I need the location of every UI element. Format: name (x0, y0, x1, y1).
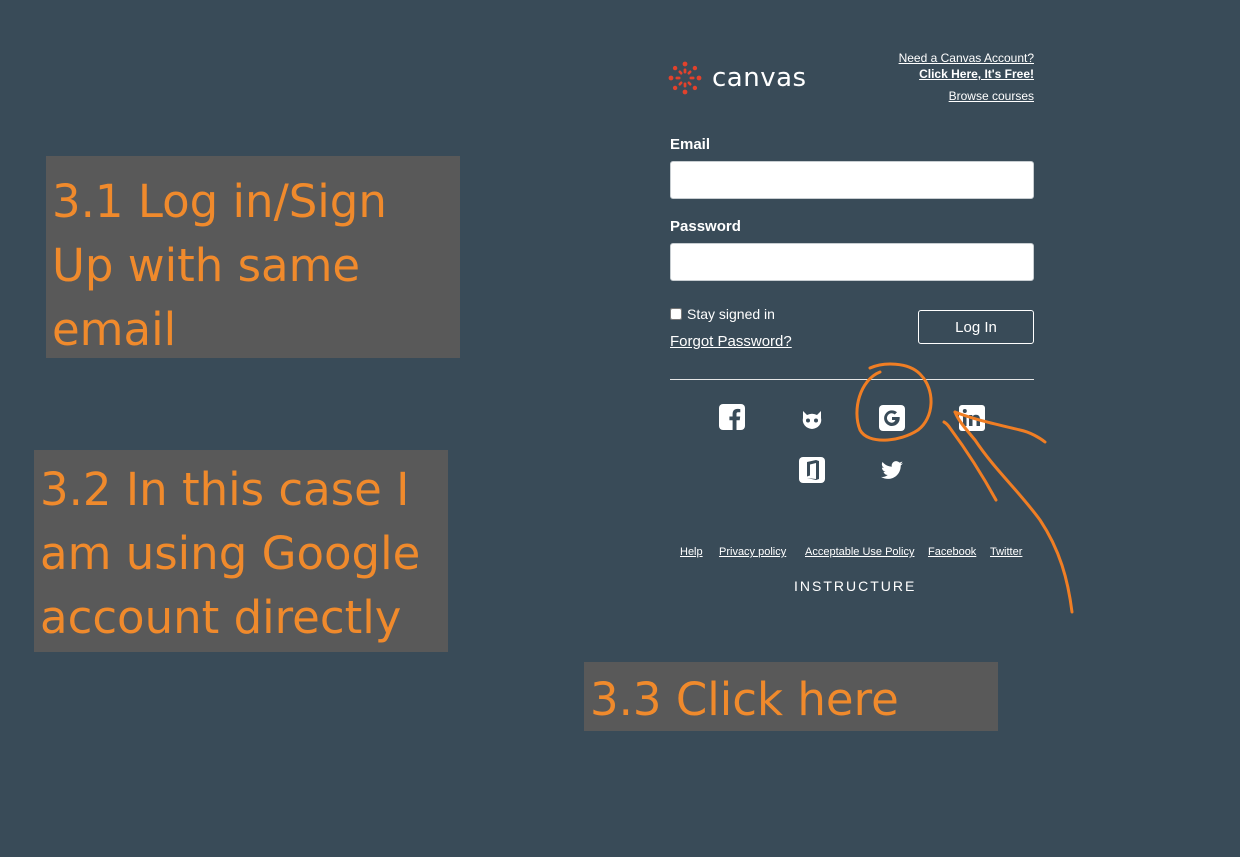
github-icon (802, 411, 822, 429)
need-account-link[interactable]: Need a Canvas Account? (899, 50, 1034, 66)
footer-link-help[interactable]: Help (680, 546, 703, 558)
office365-icon (799, 457, 825, 483)
account-links: Need a Canvas Account? Click Here, It's … (899, 50, 1034, 104)
linkedin-login-button[interactable] (959, 405, 985, 431)
twitter-login-button[interactable] (879, 457, 905, 483)
note-text: 3.1 Log in/Sign Up with same email (52, 175, 387, 356)
browse-courses-link[interactable]: Browse courses (899, 88, 1034, 104)
twitter-icon (881, 461, 903, 479)
canvas-wordmark: canvas (712, 63, 807, 93)
email-label: Email (670, 136, 711, 153)
forgot-password-link[interactable]: Forgot Password? (670, 333, 792, 350)
office365-login-button[interactable] (799, 457, 825, 483)
note-text: 3.2 In this case I am using Google accou… (40, 463, 421, 644)
annotation-note-step1: 3.1 Log in/Sign Up with same email (46, 156, 460, 358)
annotation-note-step3: 3.3 Click here (584, 662, 998, 731)
email-field[interactable] (670, 161, 1034, 199)
footer-link-twitter[interactable]: Twitter (990, 546, 1022, 558)
footer-link-privacy[interactable]: Privacy policy (719, 546, 786, 558)
stay-signed-in-label: Stay signed in (687, 306, 775, 322)
stay-signed-in: Stay signed in (670, 306, 775, 322)
instructure-logo: INSTRUCTURE (794, 578, 917, 594)
google-login-button[interactable] (879, 405, 905, 431)
signup-free-link[interactable]: Click Here, It's Free! (899, 66, 1034, 82)
canvas-logo-icon (668, 61, 702, 95)
divider (670, 379, 1034, 380)
linkedin-icon (959, 405, 985, 431)
note-text: 3.3 Click here (590, 673, 899, 726)
stay-signed-in-checkbox[interactable] (670, 308, 682, 320)
facebook-icon (719, 404, 745, 430)
google-icon (879, 405, 905, 431)
facebook-login-button[interactable] (719, 404, 745, 430)
password-label: Password (670, 218, 741, 235)
footer-link-acceptable-use[interactable]: Acceptable Use Policy (805, 546, 914, 558)
annotation-note-step2: 3.2 In this case I am using Google accou… (34, 450, 448, 652)
github-login-button[interactable] (799, 405, 825, 431)
password-field[interactable] (670, 243, 1034, 281)
login-button[interactable]: Log In (918, 310, 1034, 344)
footer-link-facebook[interactable]: Facebook (928, 546, 976, 558)
canvas-logo: canvas (668, 61, 807, 95)
